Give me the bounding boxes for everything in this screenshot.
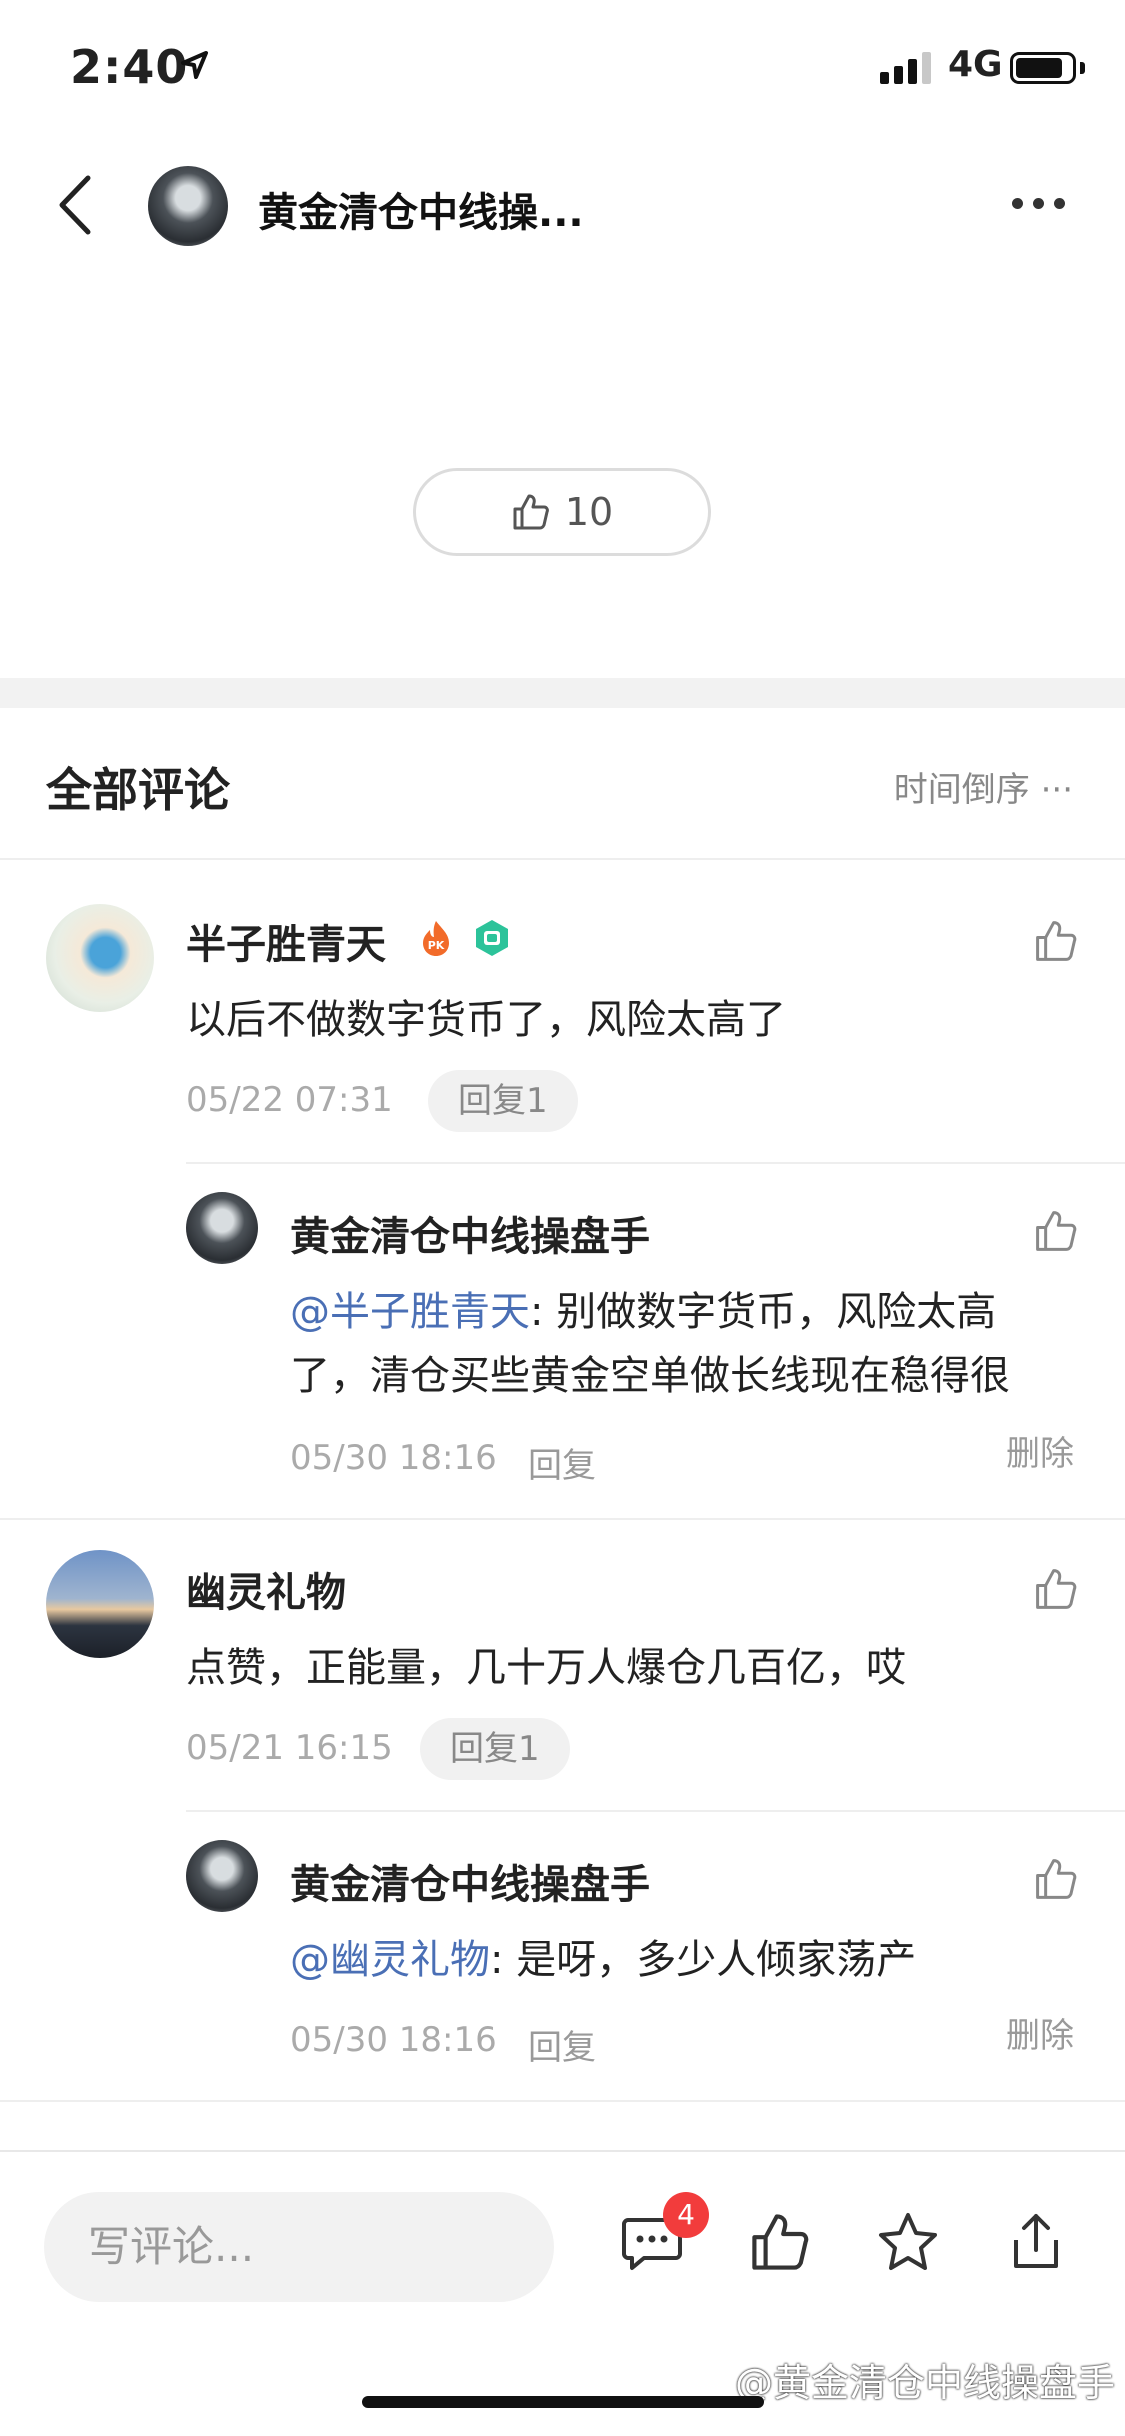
sort-order-button[interactable]: 时间倒序 ···: [894, 762, 1073, 811]
post-like-button[interactable]: 10: [413, 468, 711, 556]
commenter-avatar[interactable]: [46, 904, 154, 1012]
commenter-name[interactable]: 幽灵礼物: [186, 1560, 346, 1618]
reply-like-icon[interactable]: [1033, 1208, 1079, 1254]
verified-shield-badge-icon: [476, 920, 508, 956]
network-type: 4G: [948, 44, 1003, 85]
cellular-signal-icon: [880, 50, 931, 84]
status-time: 2:40: [70, 40, 189, 94]
comment-time: 05/21 16:15: [186, 1728, 393, 1768]
back-arrow-icon[interactable]: [48, 170, 108, 240]
reply-button[interactable]: 回复: [528, 2020, 596, 2069]
author-avatar[interactable]: [148, 166, 228, 246]
reply-text: @幽灵礼物: 是呀，多少人倾家荡产: [290, 1928, 916, 1992]
divider: [0, 1518, 1125, 1520]
reply-time: 05/30 18:16: [290, 2020, 497, 2060]
reply-text-line1: : 是呀，多少人倾家荡产: [490, 1937, 917, 1983]
write-comment-input[interactable]: 写评论...: [44, 2192, 554, 2302]
reply-like-icon[interactable]: [1033, 1856, 1079, 1902]
comments-title: 全部评论: [46, 763, 230, 817]
divider: [186, 1162, 1125, 1164]
like-icon[interactable]: [748, 2210, 812, 2274]
reply-author-avatar[interactable]: [186, 1840, 258, 1912]
post-like-count: 10: [564, 490, 614, 534]
star-favorite-icon[interactable]: [876, 2210, 940, 2274]
comment-text: 以后不做数字货币了，风险太高了: [186, 997, 786, 1043]
reply-text-line1: : 别做数字货币，风险太高: [530, 1289, 997, 1335]
share-icon[interactable]: [1004, 2210, 1068, 2274]
nav-bar: 黄金清仓中线操...: [0, 150, 1125, 260]
delete-button[interactable]: 删除: [1006, 1426, 1074, 1475]
location-arrow-icon: [181, 51, 208, 79]
reply-text-line2: 了，清仓买些黄金空单做长线现在稳得很: [290, 1353, 1010, 1399]
svg-text:PK: PK: [428, 939, 445, 952]
divider: [0, 2100, 1125, 2102]
section-divider: [0, 678, 1125, 708]
divider: [186, 1810, 1125, 1812]
reply-author-name[interactable]: 黄金清仓中线操盘手: [290, 1204, 650, 1262]
page-title[interactable]: 黄金清仓中线操...: [258, 180, 584, 238]
comment-text: 点赞，正能量，几十万人爆仓几百亿，哎: [186, 1645, 906, 1691]
reply-author-avatar[interactable]: [186, 1192, 258, 1264]
delete-button[interactable]: 删除: [1006, 2008, 1074, 2057]
battery-nub: [1080, 62, 1085, 74]
bottom-action-bar: 写评论... 4 @黄金清仓中线操盘手: [0, 2150, 1125, 2436]
comments-header: 全部评论 时间倒序 ···: [0, 740, 1125, 860]
comment-time: 05/22 07:31: [186, 1080, 393, 1120]
thumbs-up-icon: [513, 494, 549, 530]
commenter-avatar[interactable]: [46, 1550, 154, 1658]
status-bar: 2:40 4G: [0, 0, 1125, 130]
comment-count-badge: 4: [663, 2192, 709, 2238]
comment-like-icon[interactable]: [1033, 918, 1079, 964]
comment-like-icon[interactable]: [1033, 1566, 1079, 1612]
watermark: @黄金清仓中线操盘手: [734, 2361, 1115, 2405]
view-replies-button[interactable]: 回复1: [428, 1070, 578, 1132]
pk-fire-badge-icon: PK: [423, 921, 449, 956]
reply-button[interactable]: 回复: [528, 1438, 596, 1487]
commenter-name[interactable]: 半子胜青天: [186, 912, 386, 970]
reply-time: 05/30 18:16: [290, 1438, 497, 1478]
battery-icon: [1010, 52, 1076, 84]
view-replies-button[interactable]: 回复1: [420, 1718, 570, 1780]
mention-link[interactable]: @半子胜青天: [290, 1289, 530, 1335]
divider: [0, 858, 1125, 860]
more-options-icon[interactable]: [1012, 198, 1065, 209]
home-indicator[interactable]: [362, 2396, 764, 2408]
reply-text: @半子胜青天: 别做数字货币，风险太高 了，清仓买些黄金空单做长线现在稳得很: [290, 1280, 1010, 1408]
reply-author-name[interactable]: 黄金清仓中线操盘手: [290, 1852, 650, 1910]
mention-link[interactable]: @幽灵礼物: [290, 1937, 490, 1983]
